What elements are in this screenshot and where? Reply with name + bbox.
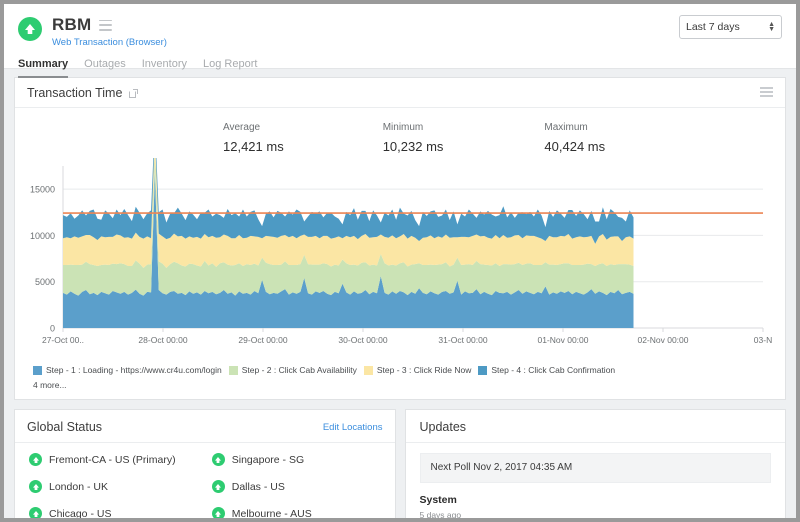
tab-log-report[interactable]: Log Report (203, 58, 257, 78)
update-source: System (420, 494, 772, 507)
legend-label: Step - 1 : Loading - https://www.cr4u.co… (46, 365, 222, 376)
y-axis-tick-label: 10000 (30, 231, 55, 241)
legend-item[interactable]: Step - 2 : Click Cab Availability (229, 365, 357, 376)
x-axis-tick-label: 02-Nov 00:00 (637, 335, 688, 345)
chart-series-area (63, 158, 634, 244)
legend-swatch (478, 366, 487, 375)
location-label: London - UK (49, 481, 108, 493)
legend-swatch (364, 366, 373, 375)
edit-locations-link[interactable]: Edit Locations (323, 422, 383, 433)
legend-label: Step - 2 : Click Cab Availability (242, 365, 357, 376)
tab-summary[interactable]: Summary (18, 58, 68, 78)
stat-minimum: Minimum 10,232 ms (383, 121, 444, 154)
location-item[interactable]: Melbourne - AUS (212, 507, 395, 518)
hamburger-menu-icon[interactable] (99, 20, 112, 31)
tab-outages[interactable]: Outages (84, 58, 126, 78)
transaction-time-panel: Transaction Time Average 12,421 ms Minim… (14, 77, 786, 400)
open-external-icon[interactable] (129, 89, 138, 98)
updates-title: Updates (420, 420, 774, 434)
up-arrow-circle-icon (18, 17, 42, 41)
x-axis-tick-label: 03-N (754, 335, 772, 345)
y-axis-tick-label: 5000 (35, 277, 55, 287)
monitor-type-link[interactable]: Web Transaction (Browser) (52, 37, 167, 48)
time-range-value: Last 7 days (686, 21, 768, 33)
x-axis-tick-label: 31-Oct 00:00 (438, 335, 487, 345)
location-label: Singapore - SG (232, 454, 304, 466)
status-up-icon (212, 480, 225, 493)
panel-title: Transaction Time (27, 86, 122, 100)
stat-label: Maximum (544, 121, 605, 134)
stats-row: Average 12,421 ms Minimum 10,232 ms Maxi… (15, 108, 785, 158)
status-up-icon (212, 453, 225, 466)
chart-svg: 0 5000 10000 15000 27-Oct 00.. 28-Oct 00:00 29… (15, 158, 785, 358)
status-up-icon (29, 480, 42, 493)
stat-value: 40,424 ms (544, 139, 605, 154)
stat-average: Average 12,421 ms (223, 121, 284, 154)
x-axis-tick-label: 27-Oct 00.. (42, 335, 84, 345)
y-axis-tick-label: 0 (50, 324, 55, 334)
location-label: Chicago - US (49, 508, 111, 519)
stat-value: 12,421 ms (223, 139, 284, 154)
location-item[interactable]: Fremont-CA - US (Primary) (29, 453, 212, 466)
location-item[interactable]: Singapore - SG (212, 453, 395, 466)
legend-swatch (33, 366, 42, 375)
stat-label: Average (223, 121, 284, 134)
location-item[interactable]: London - UK (29, 480, 212, 493)
x-axis-tick-label: 30-Oct 00:00 (338, 335, 387, 345)
panel-hamburger-menu-icon[interactable] (760, 87, 773, 97)
legend-more-link[interactable]: 4 more... (33, 380, 785, 390)
location-item[interactable]: Chicago - US (29, 507, 212, 518)
legend-label: Step - 4 : Click Cab Confirmation (491, 365, 615, 376)
time-range-select[interactable]: Last 7 days ▲▼ (679, 15, 782, 39)
global-status-panel: Global Status Edit Locations Fremont-CA … (14, 409, 396, 518)
legend-item[interactable]: Step - 3 : Click Ride Now (364, 365, 471, 376)
location-label: Melbourne - AUS (232, 508, 312, 519)
location-label: Fremont-CA - US (Primary) (49, 454, 176, 466)
stat-value: 10,232 ms (383, 139, 444, 154)
page-title: RBM (52, 16, 91, 34)
status-up-icon (29, 507, 42, 518)
stat-maximum: Maximum 40,424 ms (544, 121, 605, 154)
location-item[interactable]: Dallas - US (212, 480, 395, 493)
global-status-title: Global Status (27, 420, 102, 434)
tab-inventory[interactable]: Inventory (142, 58, 187, 78)
x-axis-tick-label: 01-Nov 00:00 (537, 335, 588, 345)
legend-item[interactable]: Step - 4 : Click Cab Confirmation (478, 365, 615, 376)
status-up-icon (29, 453, 42, 466)
app-window: RBM Web Transaction (Browser) Last 7 day… (4, 4, 796, 518)
updates-panel: Updates Next Poll Nov 2, 2017 04:35 AM S… (405, 409, 787, 518)
tab-bar: Summary Outages Inventory Log Report (4, 58, 796, 78)
legend-swatch (229, 366, 238, 375)
chart-legend: Step - 1 : Loading - https://www.cr4u.co… (15, 363, 785, 399)
y-axis-tick-label: 15000 (30, 185, 55, 195)
page-header: RBM Web Transaction (Browser) Last 7 day… (4, 4, 796, 68)
x-axis-tick-label: 28-Oct 00:00 (138, 335, 187, 345)
stepper-icon: ▲▼ (768, 22, 775, 32)
status-up-icon (212, 507, 225, 518)
transaction-time-chart[interactable]: 0 5000 10000 15000 27-Oct 00.. 28-Oct 00:00 29… (15, 158, 785, 363)
legend-label: Step - 3 : Click Ride Now (377, 365, 471, 376)
x-axis-tick-label: 29-Oct 00:00 (238, 335, 287, 345)
legend-item[interactable]: Step - 1 : Loading - https://www.cr4u.co… (33, 365, 222, 376)
stat-label: Minimum (383, 121, 444, 134)
next-poll-banner: Next Poll Nov 2, 2017 04:35 AM (420, 453, 772, 483)
update-timestamp: 5 days ago (420, 510, 772, 518)
location-label: Dallas - US (232, 481, 285, 493)
